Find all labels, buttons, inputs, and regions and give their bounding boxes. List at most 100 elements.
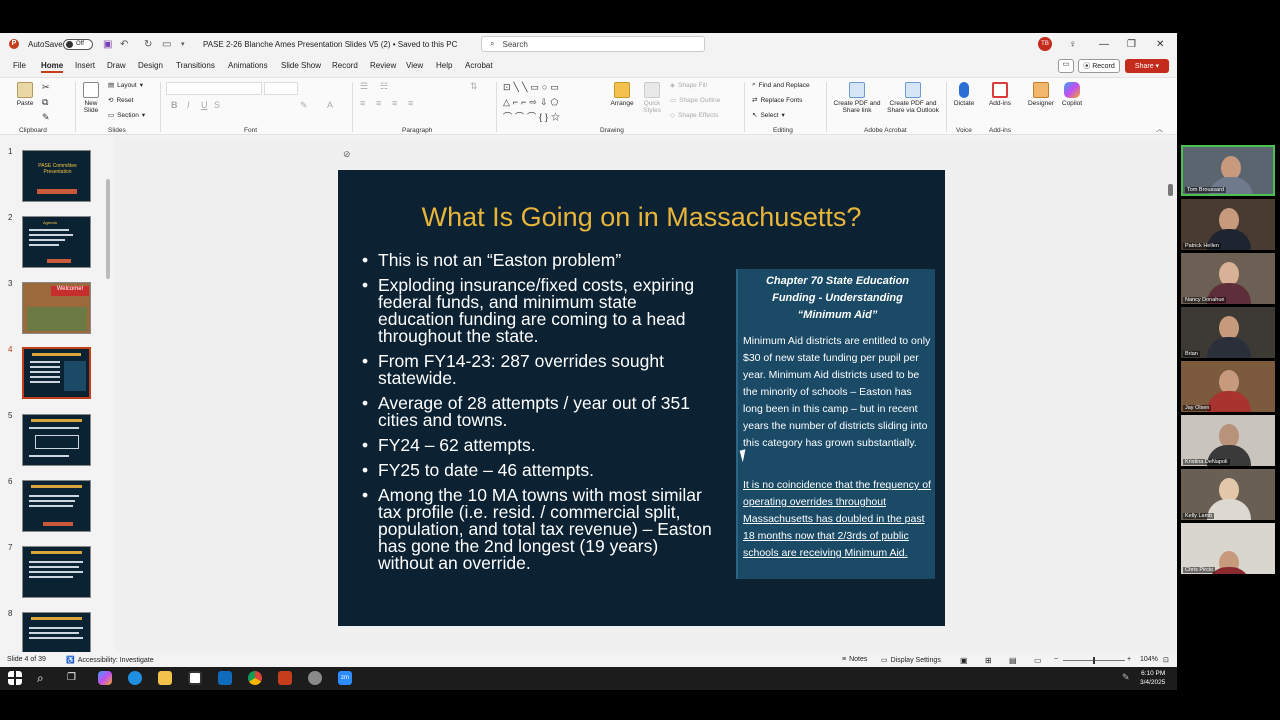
lightbulb-icon[interactable]: ♀ [1069, 33, 1077, 55]
present-icon[interactable]: ▭ [162, 33, 171, 55]
zoom-out-icon[interactable]: − [1054, 656, 1058, 663]
bullet-list[interactable]: This is not an “Easton problem” Explodin… [362, 251, 714, 580]
zoom-slider[interactable] [1063, 657, 1125, 664]
user-avatar[interactable]: TB [1038, 33, 1052, 55]
accessibility-button[interactable]: ♿ Accessibility: Investigate [66, 656, 154, 665]
quick-styles-button[interactable]: Quick Styles [640, 82, 664, 114]
search-icon[interactable]: ⌕ [37, 671, 51, 685]
layout-button[interactable]: ▤ Layout ▾ [108, 81, 143, 90]
participant-video-8[interactable]: Chris Pircio [1181, 523, 1275, 574]
font-color-icon[interactable]: A [327, 100, 333, 110]
slide-thumbnail-1[interactable]: PASE Committee Presentation [22, 150, 91, 202]
accessibility-hint-icon[interactable]: ⊘ [343, 149, 351, 160]
participant-video-7[interactable]: Kelly Lamb [1181, 469, 1275, 520]
bullets-icon[interactable]: ☰ [360, 81, 368, 92]
share-button[interactable]: Share ▾ [1125, 59, 1169, 73]
slide-thumbnail-4[interactable] [22, 347, 91, 399]
participant-video-3[interactable]: Nancy Donahue [1181, 253, 1275, 304]
font-size-select[interactable] [264, 82, 298, 95]
slide-thumbnail-6[interactable] [22, 480, 91, 532]
format-painter-icon[interactable]: ✎ [42, 112, 50, 123]
chrome-icon[interactable] [248, 671, 262, 685]
copilot-taskbar-icon[interactable] [98, 671, 112, 685]
comments-button[interactable]: ▭ [1058, 59, 1074, 73]
edge-icon[interactable] [128, 671, 142, 685]
record-button[interactable]: ⦿ Record [1078, 59, 1120, 73]
new-slide-button[interactable]: New Slide [80, 82, 102, 114]
collapse-ribbon-icon[interactable]: ︿ [1156, 124, 1163, 134]
cut-icon[interactable]: ✂ [42, 82, 50, 93]
zoom-level[interactable]: 104% [1140, 656, 1158, 663]
tab-record[interactable]: Record [332, 61, 358, 70]
document-title[interactable]: PASE 2-26 Blanche Ames Presentation Slid… [203, 33, 457, 55]
tab-animations[interactable]: Animations [228, 61, 268, 70]
zoom-icon[interactable]: zm [338, 671, 352, 685]
zoom-in-icon[interactable]: + [1127, 656, 1131, 663]
search-input[interactable]: ⌕ Search [481, 36, 705, 52]
reading-view-icon[interactable]: ▤ [1009, 656, 1017, 665]
justify-icon[interactable]: ≡ [408, 98, 413, 108]
shape-outline-button[interactable]: ▭ Shape Outline [670, 96, 720, 105]
display-settings-button[interactable]: ▭ Display Settings [881, 656, 941, 665]
tab-review[interactable]: Review [370, 61, 396, 70]
participant-video-1[interactable]: Tom Broussard [1181, 145, 1275, 196]
dictate-button[interactable]: Dictate [952, 82, 976, 107]
font-family-select[interactable] [166, 82, 262, 95]
close-icon[interactable]: ✕ [1156, 33, 1164, 55]
text-direction-icon[interactable]: ⇅ [470, 81, 478, 92]
bold-icon[interactable]: B [171, 100, 178, 110]
fit-to-window-icon[interactable]: ⊡ [1163, 656, 1169, 664]
tab-slide-show[interactable]: Slide Show [281, 61, 321, 70]
copilot-button[interactable]: Copilot [1058, 82, 1086, 107]
tab-home[interactable]: Home [41, 61, 64, 73]
replace-fonts-button[interactable]: ⇄ Replace Fonts [752, 96, 802, 105]
tab-insert[interactable]: Insert [75, 61, 95, 70]
slide-thumbnail-7[interactable] [22, 546, 91, 598]
store-icon[interactable] [188, 671, 202, 685]
paste-button[interactable]: Paste [14, 82, 36, 107]
redo-icon[interactable]: ↻ [144, 33, 152, 55]
addins-button[interactable]: Add-ins [986, 82, 1014, 107]
participant-video-5[interactable]: Jay Olsen [1181, 361, 1275, 412]
shape-fill-button[interactable]: ◈ Shape Fill [670, 81, 707, 90]
clock[interactable]: 6:10 PM 3/4/2025 [1140, 669, 1165, 687]
participant-video-2[interactable]: Patrick Hellen [1181, 199, 1275, 250]
tab-view[interactable]: View [406, 61, 423, 70]
tab-design[interactable]: Design [138, 61, 163, 70]
shape-effects-button[interactable]: ◇ Shape Effects [670, 111, 718, 120]
slide-thumbnail-2[interactable]: Agenda [22, 216, 91, 268]
reset-button[interactable]: ⟲ Reset [108, 96, 133, 105]
create-pdf-outlook-button[interactable]: Create PDF and Share via Outlook [884, 82, 942, 114]
powerpoint-taskbar-icon[interactable] [278, 671, 292, 685]
tab-help[interactable]: Help [436, 61, 452, 70]
arrange-button[interactable]: Arrange [608, 82, 636, 107]
shapes-gallery[interactable]: ⊡╲╲▭○▭ △⌐⌐⇨⇩⬠ ⌒⌒⌒{}☆ [503, 80, 598, 125]
strikethrough-icon[interactable]: S [214, 100, 220, 110]
slide-thumbnail-8[interactable] [22, 612, 91, 652]
highlight-icon[interactable]: ✎ [300, 100, 308, 111]
file-explorer-icon[interactable] [158, 671, 172, 685]
align-right-icon[interactable]: ≡ [392, 98, 397, 108]
minimize-icon[interactable]: — [1099, 33, 1109, 55]
slide-sorter-icon[interactable]: ⊞ [985, 656, 992, 665]
slideshow-view-icon[interactable]: ▭ [1034, 656, 1042, 665]
tab-file[interactable]: File [13, 61, 26, 70]
participant-video-6[interactable]: Kristina DeNapoli [1181, 415, 1275, 466]
app-taskbar-icon[interactable] [308, 671, 322, 685]
align-left-icon[interactable]: ≡ [360, 98, 365, 108]
designer-button[interactable]: Designer [1026, 82, 1056, 107]
select-button[interactable]: ↖ Select ▾ [752, 111, 785, 120]
thumbnails-scrollbar[interactable] [106, 179, 110, 279]
normal-view-icon[interactable]: ▣ [960, 656, 968, 665]
align-center-icon[interactable]: ≡ [376, 98, 381, 108]
start-icon[interactable] [8, 671, 22, 685]
task-view-icon[interactable]: ❐ [67, 671, 81, 685]
undo-icon[interactable]: ↶ [120, 33, 128, 55]
underline-icon[interactable]: U [201, 100, 208, 110]
tab-transitions[interactable]: Transitions [176, 61, 215, 70]
section-button[interactable]: ▭ Section ▾ [108, 111, 145, 120]
numbering-icon[interactable]: ☷ [380, 81, 388, 92]
italic-icon[interactable]: I [187, 100, 190, 110]
current-slide[interactable]: What Is Going on in Massachusetts? This … [338, 170, 945, 626]
tab-draw[interactable]: Draw [107, 61, 126, 70]
